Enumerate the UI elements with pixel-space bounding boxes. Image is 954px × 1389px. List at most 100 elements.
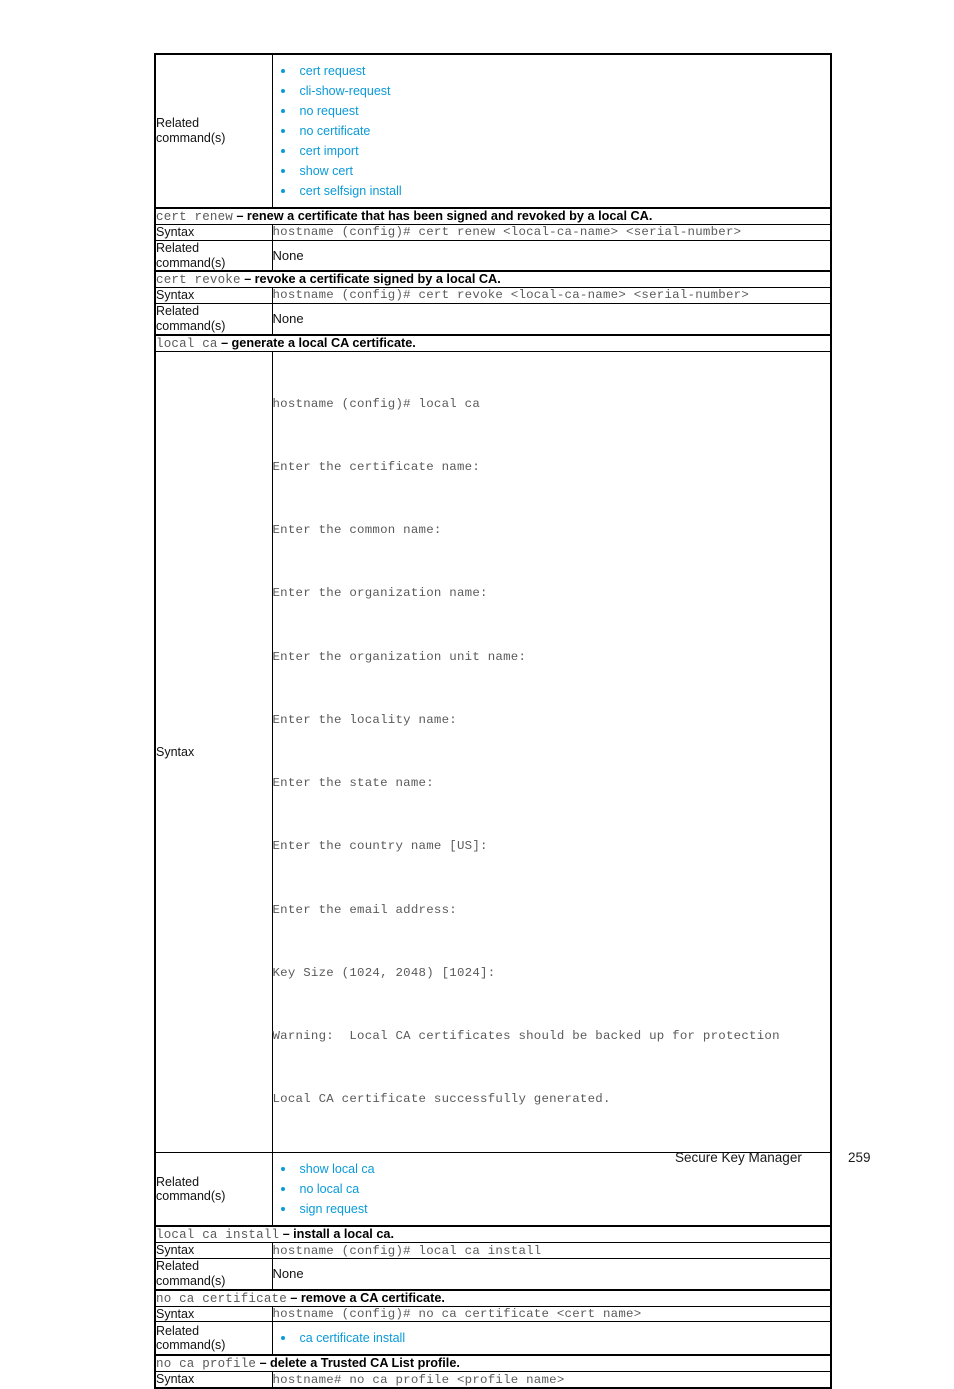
list-item[interactable]: sign request	[273, 1199, 831, 1219]
dash-separator: –	[233, 209, 247, 223]
related-commands-label-line1: Related	[156, 240, 200, 255]
syntax-line: Enter the organization unit name:	[272, 649, 527, 664]
related-commands-label-line1: Related	[156, 116, 200, 131]
syntax-line: Enter the organization name:	[272, 586, 488, 601]
list-item[interactable]: no certificate	[273, 121, 831, 141]
related-commands-none: None	[271, 239, 832, 272]
table-row-syntax: Syntax hostname (config)# cert revoke <l…	[154, 287, 832, 304]
list-item[interactable]: cert selfsign install	[273, 181, 831, 201]
related-commands-label-line2: command(s)	[156, 318, 226, 333]
bullet-icon	[280, 89, 285, 93]
table-row-related-commands: Related command(s) ca certificate instal…	[154, 1321, 832, 1356]
related-commands-label-line2: command(s)	[156, 1338, 226, 1353]
bullet-icon	[280, 1207, 285, 1212]
command-description: remove a CA certificate.	[300, 1290, 445, 1305]
list-item[interactable]: ca certificate install	[273, 1328, 831, 1348]
table-row-related-commands: Related command(s) None	[154, 303, 832, 335]
bullet-icon	[280, 169, 285, 173]
syntax-label-cell: Syntax	[154, 224, 273, 241]
bullet-icon	[280, 1187, 285, 1192]
related-commands-label-line2: command(s)	[156, 131, 226, 145]
command-link[interactable]: cert request	[300, 64, 366, 78]
command-link[interactable]: cli-show-request	[300, 84, 391, 98]
command-description: install a local ca.	[293, 1227, 394, 1242]
command-link[interactable]: cert import	[300, 144, 359, 158]
syntax-line: Local CA certificate successfully genera…	[272, 1092, 611, 1107]
dash-separator: –	[286, 1290, 301, 1305]
related-commands-links-cell: cert request cli-show-request no request…	[271, 53, 832, 209]
bullet-icon	[280, 189, 285, 193]
table-row-syntax: Syntax hostname (config)# local ca insta…	[154, 1242, 832, 1260]
command-name: local ca install	[156, 1228, 280, 1243]
syntax-label-cell: Syntax	[154, 1242, 273, 1260]
table-row-command-heading: cert renew – renew a certificate that ha…	[154, 207, 832, 225]
bullet-icon	[280, 109, 285, 113]
command-name: cert revoke	[156, 273, 241, 288]
related-commands-label-line2: command(s)	[156, 1189, 226, 1204]
table-row-syntax: Syntax hostname (config)# no ca certific…	[154, 1305, 832, 1323]
syntax-line: Enter the locality name:	[272, 712, 457, 727]
command-link[interactable]: no certificate	[300, 124, 371, 138]
command-description: renew a certificate that has been signed…	[246, 209, 653, 223]
list-item[interactable]: cert request	[273, 61, 831, 81]
table-row-related-commands: Related command(s) cert request cli-show…	[154, 53, 832, 209]
related-commands-label-line1: Related	[156, 1174, 200, 1189]
syntax-label-cell: Syntax	[154, 1305, 273, 1323]
related-commands-label-cell: Related command(s)	[154, 303, 273, 335]
bullet-icon	[280, 149, 285, 153]
command-link[interactable]: no request	[300, 104, 359, 118]
syntax-line: Warning: Local CA certificates should be…	[272, 1029, 780, 1043]
related-commands-label-cell: Related command(s)	[154, 1321, 273, 1356]
syntax-value-cell: hostname (config)# local ca install	[271, 1242, 832, 1260]
command-description-cell: local ca – generate a local CA certifica…	[154, 333, 832, 352]
dash-separator: –	[217, 335, 232, 350]
related-commands-label-line2: command(s)	[156, 1273, 226, 1288]
syntax-line: Enter the certificate name:	[272, 459, 481, 474]
page-footer: Secure Key Manager 259	[0, 1150, 954, 1172]
syntax-line: Enter the common name:	[272, 523, 442, 538]
footer-title: Secure Key Manager	[675, 1150, 802, 1165]
command-link[interactable]: ca certificate install	[300, 1331, 406, 1345]
list-item[interactable]: no local ca	[273, 1179, 831, 1199]
list-item[interactable]: cli-show-request	[273, 81, 831, 101]
list-item[interactable]: cert import	[273, 141, 831, 161]
table-row-command-heading: cert revoke – revoke a certificate signe…	[154, 270, 832, 289]
related-commands-label-line2: command(s)	[156, 255, 226, 270]
command-name: cert renew	[156, 210, 234, 224]
syntax-value-cell: hostname (config)# cert renew <local-ca-…	[271, 224, 832, 241]
table-row-syntax: Syntax hostname (config)# local ca Enter…	[154, 350, 832, 1154]
dash-separator: –	[279, 1227, 294, 1242]
related-commands-links-cell: ca certificate install	[271, 1321, 832, 1356]
syntax-line: Enter the email address:	[272, 902, 457, 917]
related-commands-label-line1: Related	[156, 304, 200, 318]
related-commands-label-cell: Related command(s)	[154, 239, 273, 272]
related-commands-label-cell: Related command(s)	[154, 1258, 273, 1291]
command-description-cell: no ca certificate – remove a CA certific…	[154, 1288, 832, 1307]
command-link[interactable]: show cert	[300, 164, 354, 178]
syntax-line: Enter the state name:	[272, 776, 434, 791]
list-item[interactable]: show cert	[273, 161, 831, 181]
related-commands-none: None	[271, 303, 832, 335]
syntax-value-cell: hostname (config)# no ca certificate <ce…	[271, 1305, 832, 1323]
dash-separator: –	[256, 1356, 271, 1371]
syntax-value-cell: hostname (config)# cert revoke <local-ca…	[271, 287, 832, 304]
syntax-value-cell: hostname (config)# local ca Enter the ce…	[271, 350, 832, 1154]
related-commands-link-list: cert request cli-show-request no request…	[273, 55, 831, 207]
related-commands-label-line1: Related	[156, 1259, 200, 1274]
related-commands-label-line1: Related	[156, 1323, 200, 1338]
syntax-line: Key Size (1024, 2048) [1024]:	[272, 965, 496, 980]
syntax-line: Enter the country name [US]:	[272, 839, 488, 854]
command-link[interactable]: sign request	[300, 1202, 368, 1216]
command-name: no ca profile	[156, 1357, 257, 1372]
list-item[interactable]: no request	[273, 101, 831, 121]
command-link[interactable]: no local ca	[300, 1182, 360, 1196]
command-description-cell: cert renew – renew a certificate that ha…	[154, 207, 832, 225]
command-link[interactable]: cert selfsign install	[300, 184, 402, 198]
bullet-icon	[280, 129, 285, 133]
document-page: Related command(s) cert request cli-show…	[0, 0, 954, 1389]
footer-page-number: 259	[848, 1150, 871, 1165]
dash-separator: –	[240, 272, 255, 287]
table-row-related-commands: Related command(s) None	[154, 1258, 832, 1291]
table-row-command-heading: no ca profile – delete a Trusted CA List…	[154, 1354, 832, 1373]
related-commands-link-list: ca certificate install	[273, 1322, 831, 1354]
